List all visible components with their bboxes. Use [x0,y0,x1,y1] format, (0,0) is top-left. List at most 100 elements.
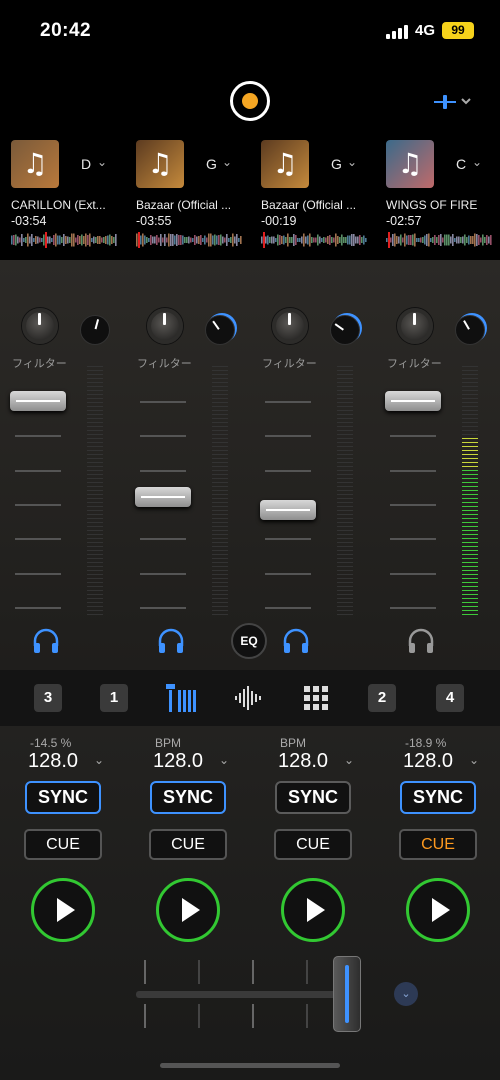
album-art[interactable]: ♫ [386,140,434,188]
filter-knob[interactable] [205,315,235,345]
level-meter [212,366,228,618]
record-button[interactable] [230,81,270,121]
chevron-down-icon[interactable]: ⌄ [394,982,418,1006]
chevron-down-icon[interactable]: ⌄ [94,753,104,767]
deck-4[interactable]: ♫ C ⌄ WINGS OF FIRE -02:57 [386,140,500,255]
fader-scale-line [390,572,436,575]
level-meter [337,366,353,618]
album-art[interactable]: ♫ [11,140,59,188]
waveform-overview[interactable] [261,232,367,248]
pitch-label: -18.9 % [405,736,447,750]
knob-indicator [288,313,291,325]
music-note-icon: ♫ [397,147,423,180]
pitch-label: -14.5 % [30,736,72,750]
chevron-down-icon[interactable]: ⌄ [469,753,479,767]
home-indicator [160,1063,340,1068]
cue-button[interactable]: CUE [24,829,102,860]
play-button[interactable] [281,878,345,942]
fader-scale-line [265,572,311,575]
cue-button[interactable]: CUE [399,829,477,860]
waveform-overview[interactable] [386,232,492,248]
mixer-icon[interactable] [166,684,196,712]
gain-knob[interactable] [272,308,308,344]
filter-knob[interactable] [455,315,485,345]
waveform-overview[interactable] [11,232,117,248]
fader-scale-line [15,572,61,575]
deck-2[interactable]: ♫ G ⌄ Bazaar (Official ... -03:55 [136,140,256,255]
signal-icon [386,25,410,39]
filter-knob[interactable] [80,315,110,345]
gain-knob[interactable] [147,308,183,344]
chevron-down-icon[interactable]: ⌄ [222,155,232,169]
filter-label: フィルター [262,358,317,370]
key-label[interactable]: G [206,156,217,172]
play-button[interactable] [406,878,470,942]
headphones-cue-icon[interactable] [32,628,60,654]
cue-button[interactable]: CUE [274,829,352,860]
remaining-time: -03:54 [11,214,47,228]
deck-3-button[interactable]: 3 [34,684,62,712]
crossfader-tick [198,1004,200,1028]
channel-fader[interactable] [10,391,66,411]
level-meter [87,366,103,618]
sync-button[interactable]: SYNC [400,781,476,814]
key-label[interactable]: C [456,156,466,172]
waveform-icon[interactable] [234,686,264,710]
fader-scale-line [265,435,311,438]
remaining-time: -00:19 [261,214,297,228]
chevron-down-icon[interactable]: ⌄ [344,753,354,767]
battery-icon: 99 [442,22,474,39]
track-title: CARILLON (Ext... [11,198,106,212]
album-art[interactable]: ♫ [261,140,309,188]
chevron-down-icon[interactable]: ⌄ [97,155,107,169]
deck-1[interactable]: ♫ D ⌄ CARILLON (Ext... -03:54 [11,140,131,255]
fader-scale-line [265,606,311,609]
gain-knob[interactable] [397,308,433,344]
bpm-value[interactable]: 128.0 [28,750,78,773]
crossfader-handle[interactable] [332,956,361,1032]
sync-button[interactable]: SYNC [150,781,226,814]
waveform-overview[interactable] [136,232,242,248]
deck-4-button[interactable]: 4 [436,684,464,712]
chevron-down-icon[interactable]: ⌄ [219,753,229,767]
key-label[interactable]: D [81,156,91,172]
fader-scale-line [15,538,61,541]
filter-knob[interactable] [330,315,360,345]
headphones-cue-icon[interactable] [157,628,185,654]
crossfader-tick [252,960,254,984]
sync-button[interactable]: SYNC [275,781,351,814]
channel-fader[interactable] [260,499,316,520]
cue-button[interactable]: CUE [149,829,227,860]
sync-button[interactable]: SYNC [25,781,101,814]
level-meter [462,366,478,618]
remaining-time: -03:55 [136,214,172,228]
headphones-cue-icon[interactable] [407,628,435,654]
chevron-down-icon[interactable]: ⌄ [472,155,482,169]
track-title: WINGS OF FIRE [386,198,478,212]
channel-fader[interactable] [135,487,191,508]
eq-button[interactable]: EQ [231,623,267,659]
gain-knob[interactable] [22,308,58,344]
album-art[interactable]: ♫ [136,140,184,188]
deck-3[interactable]: ♫ G ⌄ Bazaar (Official ... -00:19 [261,140,381,255]
chevron-down-icon[interactable]: ⌄ [347,155,357,169]
fader-scale-line [265,469,311,472]
crossfader-track[interactable] [136,991,356,998]
filter-label: フィルター [137,358,192,370]
deck-1-button[interactable]: 1 [100,684,128,712]
bpm-value[interactable]: 128.0 [403,750,453,773]
music-note-icon: ♫ [147,147,173,180]
play-button[interactable] [31,878,95,942]
record-dot-icon [242,93,258,109]
pads-grid-icon[interactable] [304,686,328,710]
bpm-value[interactable]: 128.0 [278,750,328,773]
bpm-value[interactable]: 128.0 [153,750,203,773]
key-label[interactable]: G [331,156,342,172]
play-button[interactable] [156,878,220,942]
channel-fader[interactable] [385,391,441,411]
deck-2-button[interactable]: 2 [368,684,396,712]
crossfader-settings-icon[interactable] [434,92,474,112]
headphones-cue-icon[interactable] [282,628,310,654]
fader-scale-line [140,401,186,403]
fader-scale-line [15,435,61,438]
